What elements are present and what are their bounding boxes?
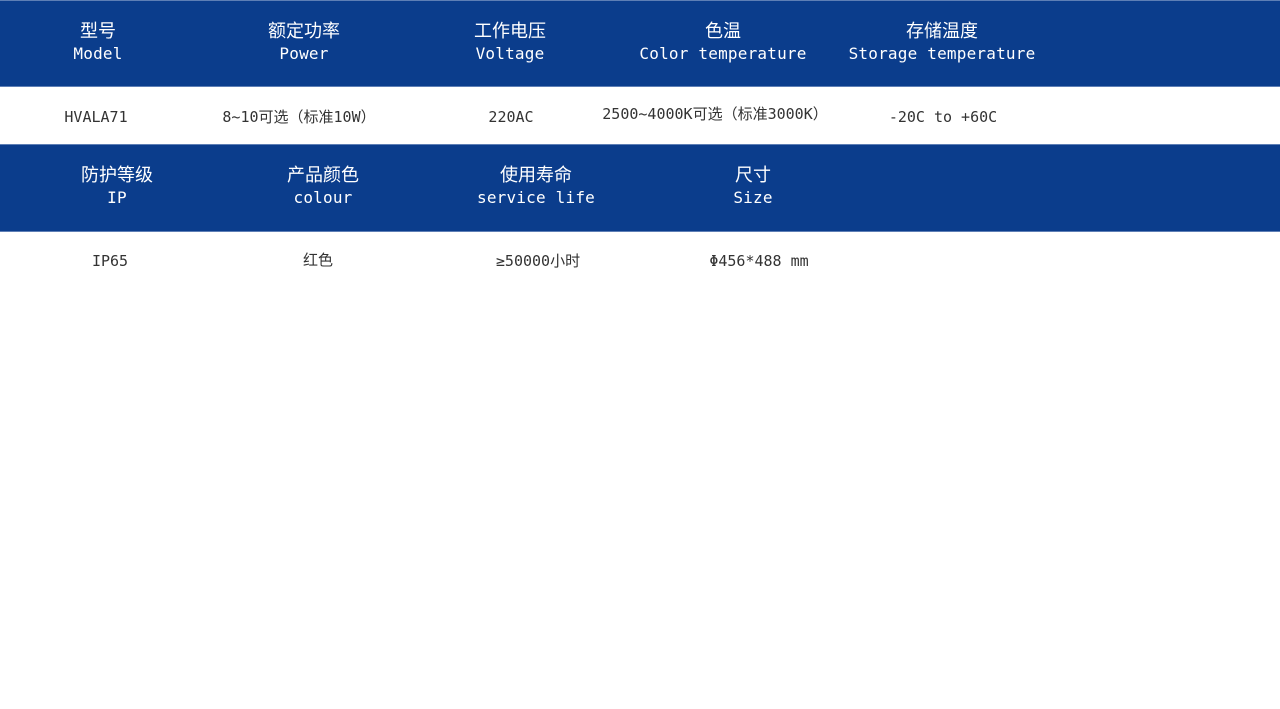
- header-power-en: Power: [279, 44, 329, 63]
- value-ip: IP65: [91, 252, 129, 270]
- header-model-zh: 型号: [79, 21, 116, 42]
- value-colour: 红色: [302, 251, 334, 269]
- header-storage-temperature: 存储温度 Storage temperature: [849, 21, 1036, 65]
- header-ip-zh: 防护等级: [81, 165, 153, 186]
- header-color-temperature-en: Color temperature: [639, 44, 807, 63]
- value-storage-temperature: -20C to +60C: [888, 108, 998, 126]
- header-colour: 产品颜色 colour: [287, 165, 359, 209]
- header-power-zh: 额定功率: [268, 21, 340, 42]
- header-ip-en: IP: [107, 188, 127, 207]
- header-voltage: 工作电压 Voltage: [474, 21, 546, 65]
- header-size-zh: 尺寸: [735, 165, 771, 186]
- header-service-life: 使用寿命 service life: [477, 165, 595, 209]
- value-color-temperature: 2500~4000K可选（标准3000K）: [602, 105, 828, 123]
- header-voltage-en: Voltage: [475, 44, 545, 63]
- header-power: 额定功率 Power: [268, 21, 340, 65]
- value-service-life: ≥50000小时: [495, 252, 581, 270]
- header-model: 型号 Model: [73, 21, 122, 65]
- spec-header-band-2: [0, 144, 1280, 232]
- header-storage-temperature-en: Storage temperature: [848, 44, 1036, 63]
- header-service-life-zh: 使用寿命: [500, 165, 572, 186]
- value-voltage: 220AC: [488, 108, 534, 126]
- header-size: 尺寸 Size: [733, 165, 772, 209]
- header-service-life-en: service life: [477, 188, 595, 207]
- header-color-temperature-zh: 色温: [704, 21, 741, 42]
- value-model: HVALA71: [64, 108, 128, 126]
- header-colour-zh: 产品颜色: [287, 165, 359, 186]
- header-model-en: Model: [73, 44, 123, 63]
- header-storage-temperature-zh: 存储温度: [905, 21, 978, 42]
- header-color-temperature: 色温 Color temperature: [639, 21, 806, 65]
- header-voltage-zh: 工作电压: [474, 21, 546, 42]
- header-ip: 防护等级 IP: [81, 165, 153, 209]
- header-colour-en: colour: [293, 188, 353, 207]
- value-size: Φ456*488 mm: [709, 252, 809, 270]
- header-size-en: Size: [733, 188, 773, 207]
- value-power: 8~10可选（标准10W）: [222, 108, 376, 126]
